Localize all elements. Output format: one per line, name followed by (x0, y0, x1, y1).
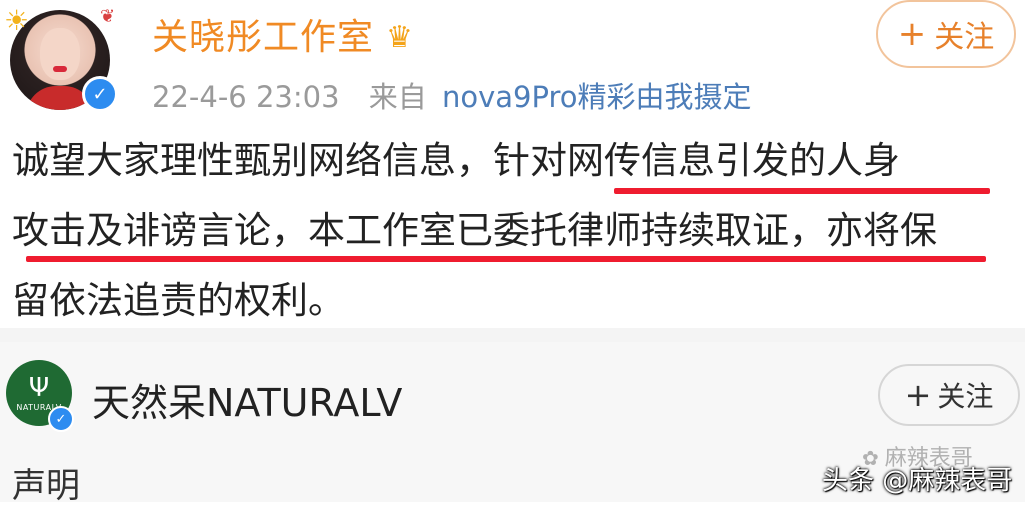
follow-button[interactable]: + 关注 (876, 0, 1016, 68)
author-avatar[interactable]: ☀ ❦ ✓ (4, 4, 118, 118)
source-device-link[interactable]: nova9Pro精彩由我摄定 (442, 80, 752, 114)
bow-decoration-icon: ❦ (100, 6, 116, 27)
post-timestamp: 22-4-6 23:03 (152, 80, 340, 114)
brand-logo-icon: Ψ (28, 372, 50, 403)
post-meta: 22-4-6 23:03 来自 nova9Pro精彩由我摄定 (152, 74, 752, 116)
highlight-underline (26, 256, 986, 262)
section-divider (0, 328, 1025, 342)
repost-header: Ψ NATURALV ✓ 天然呆NATURALV + 关注 (0, 342, 1025, 452)
verified-icon: ✓ (82, 76, 118, 112)
toutiao-watermark: 头条 @麻辣表哥 (822, 466, 1013, 496)
crown-icon[interactable]: ♛ (386, 20, 414, 55)
verified-icon: ✓ (48, 406, 74, 432)
post-text-line: 诚望大家理性甄别网络信息，针对网传信息引发的人身 (12, 139, 900, 182)
repost-author-name[interactable]: 天然呆NATURALV (92, 372, 402, 427)
source-label: 来自 (368, 80, 427, 114)
highlight-underline (614, 188, 990, 194)
repost-text[interactable]: 声明 (12, 458, 80, 507)
sun-decoration-icon: ☀ (4, 4, 30, 37)
repost-follow-button[interactable]: + 关注 (878, 364, 1020, 426)
repost-author-avatar[interactable]: Ψ NATURALV ✓ (6, 360, 78, 432)
post-text-line: 攻击及诽谤言论，本工作室已委托律师持续取证，亦将保 (12, 209, 937, 252)
plus-icon: + (904, 376, 932, 414)
author-name[interactable]: 关晓彤工作室 ♛ (152, 8, 414, 60)
post-text-line: 留依法追责的权利。 (12, 279, 345, 322)
plus-icon: + (897, 14, 927, 54)
post-header: ☀ ❦ ✓ 关晓彤工作室 ♛ 22-4-6 23:03 来自 nova9Pro精彩… (0, 0, 1025, 128)
